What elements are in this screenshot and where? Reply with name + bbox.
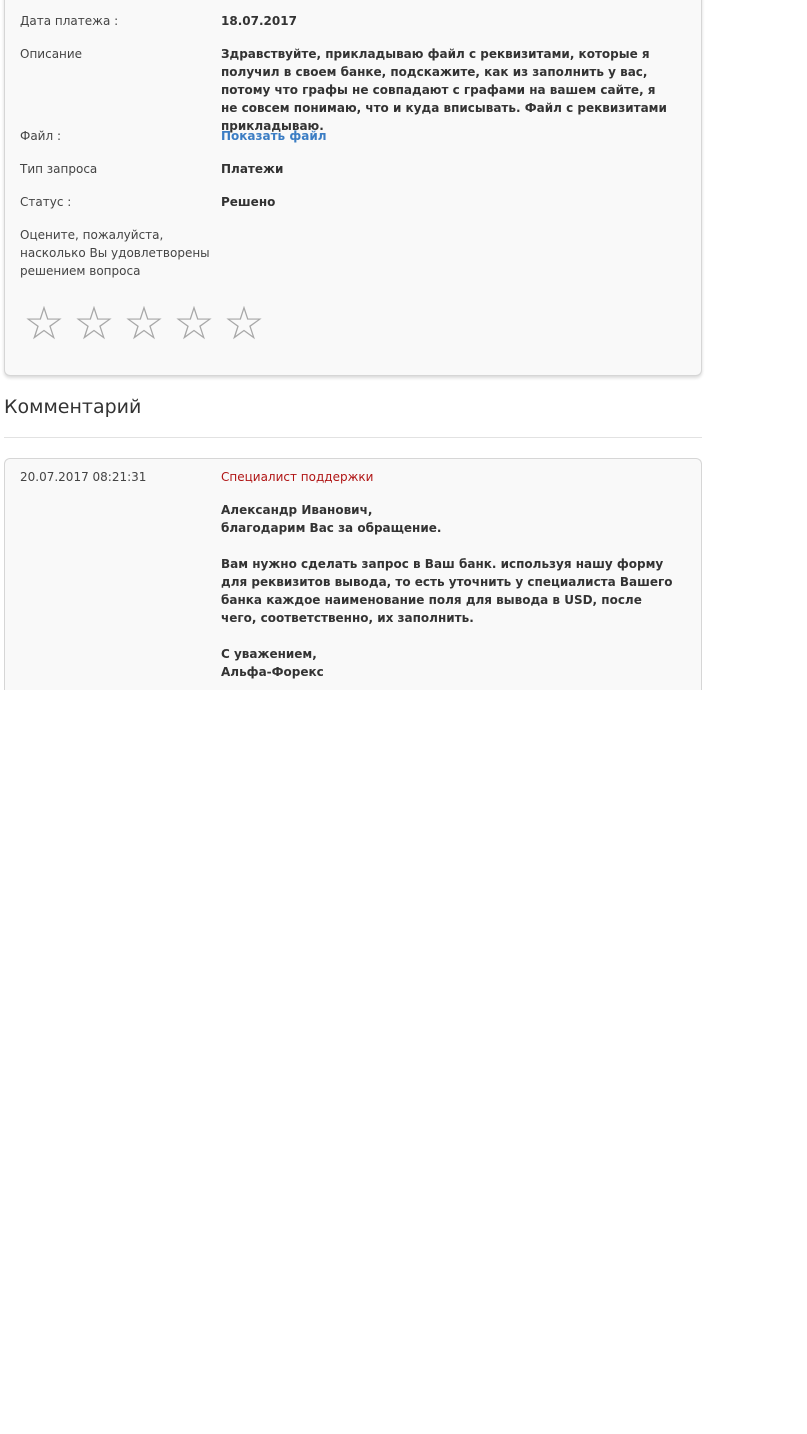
ticket-page: Дата платежа : 18.07.2017 Описание Здрав… [0,0,807,1434]
star-icon[interactable]: ☆ [219,298,269,348]
section-divider [4,437,702,438]
payment-date-value: 18.07.2017 [221,14,297,28]
comment-body: Александр Иванович, благодарим Вас за об… [221,501,673,690]
star-icon[interactable]: ☆ [19,298,69,348]
comment-author: Специалист поддержки [221,470,374,484]
comment-card: 20.07.2017 08:21:31 Специалист поддержки… [4,458,702,690]
comment-paragraph: Вам нужно сделать запрос в Ваш банк. исп… [221,557,673,625]
request-type-label: Тип запроса [20,162,98,176]
comment-signature: Альфа-Форекс [221,665,324,679]
description-value: Здравствуйте, прикладываю файл с реквизи… [221,47,667,133]
status-value: Решено [221,195,276,209]
comment-greeting-name: Александр Иванович, [221,503,373,517]
file-label: Файл : [20,129,62,143]
request-details-card: Дата платежа : 18.07.2017 Описание Здрав… [4,0,702,376]
star-rating: ☆ ☆ ☆ ☆ ☆ [19,298,269,348]
show-file-link[interactable]: Показать файл [221,127,673,145]
comment-date: 20.07.2017 08:21:31 [20,470,147,484]
request-type-value: Платежи [221,162,284,176]
comment-sign-off: С уважением, [221,647,317,661]
star-icon[interactable]: ☆ [119,298,169,348]
rating-prompt: Оцените, пожалуйста, насколько Вы удовле… [20,228,210,278]
status-label: Статус : [20,195,72,209]
payment-date-label: Дата платежа : [20,14,119,28]
star-icon[interactable]: ☆ [69,298,119,348]
star-icon[interactable]: ☆ [169,298,219,348]
comments-section-title: Комментарий [4,396,142,418]
comment-greeting-thanks: благодарим Вас за обращение. [221,521,442,535]
description-label: Описание [20,47,83,61]
